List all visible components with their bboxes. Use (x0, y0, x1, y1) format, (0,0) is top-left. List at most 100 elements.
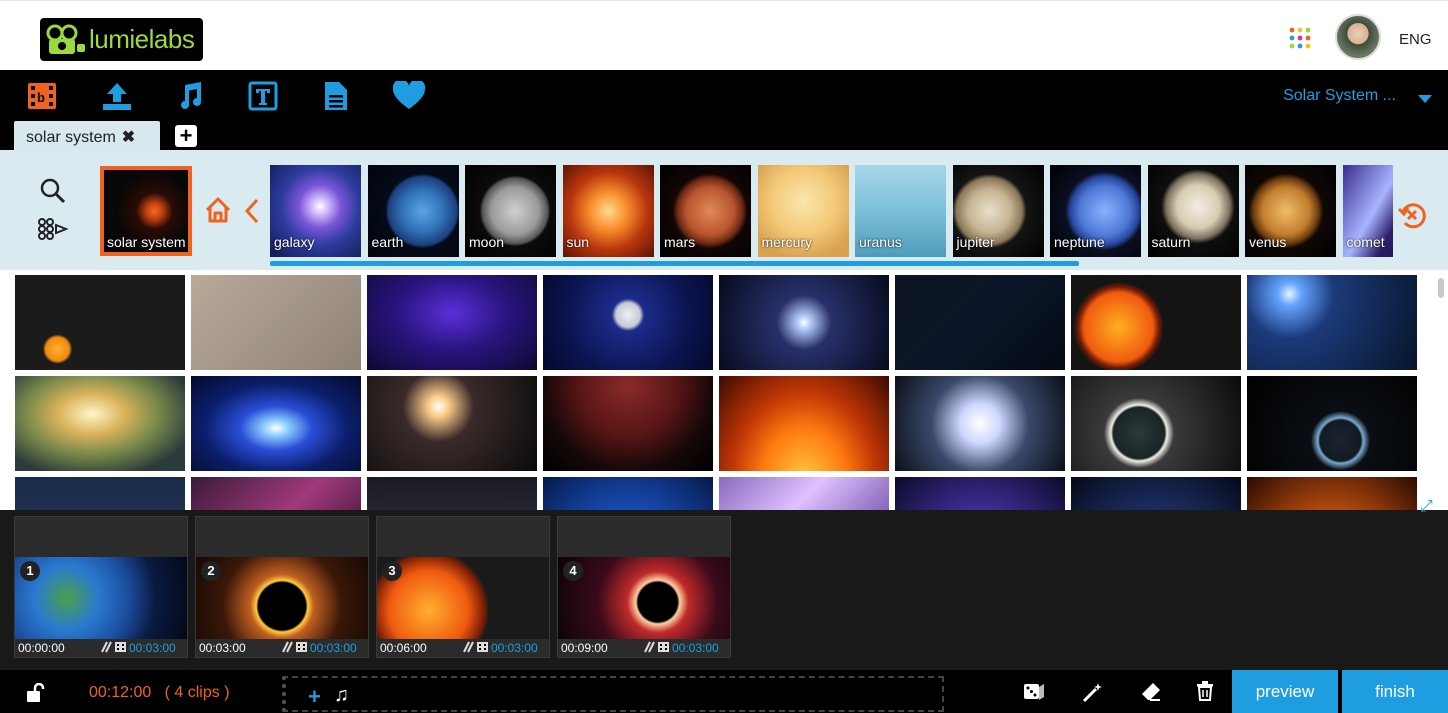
chevron-left-icon[interactable] (244, 198, 260, 229)
tab-solar-system[interactable]: solar system ✖ (14, 121, 160, 150)
result-thumbnail[interactable] (191, 376, 361, 471)
apps-grid-icon[interactable] (1289, 27, 1311, 49)
category-label: uranus (859, 234, 902, 250)
current-category-solar-system[interactable]: solar system (100, 166, 192, 256)
clip-start-time: 00:03:00 (199, 641, 246, 655)
clip-controls-icon[interactable] (282, 641, 308, 656)
clip-duration[interactable]: 00:03:00 (491, 641, 538, 655)
result-thumbnail[interactable] (191, 477, 361, 510)
category-item-comet[interactable]: comet (1342, 165, 1393, 257)
preview-button[interactable]: preview (1232, 670, 1338, 713)
category-scroll-indicator[interactable] (270, 261, 1079, 266)
media-toolbar: b Solar System ... solar system ✖ + (0, 70, 1448, 150)
eraser-icon[interactable] (1140, 681, 1162, 708)
result-thumbnail[interactable] (1071, 275, 1241, 370)
category-item-moon[interactable]: moon (465, 165, 556, 257)
results-scrollbar[interactable] (1438, 278, 1444, 298)
result-thumbnail[interactable] (543, 376, 713, 471)
expand-icon[interactable]: ⤢ (1420, 498, 1433, 516)
language-selector[interactable]: ENG (1399, 31, 1432, 48)
clip-duration[interactable]: 00:03:00 (672, 641, 719, 655)
heart-icon[interactable] (392, 80, 426, 112)
category-item-mars[interactable]: mars (660, 165, 751, 257)
search-icon[interactable] (40, 178, 66, 209)
storyblocks-video-icon[interactable]: b (25, 80, 59, 112)
category-label: moon (469, 234, 505, 250)
clip-number: 2 (201, 561, 221, 581)
audio-drop-zone[interactable]: + ♫ (282, 676, 944, 712)
result-thumbnail[interactable] (543, 477, 713, 510)
lumielabs-logo[interactable]: lumielabs (40, 18, 203, 61)
clip-duration[interactable]: 00:03:00 (129, 641, 176, 655)
clip-thumbnail (15, 557, 187, 639)
clip-controls-icon[interactable] (644, 641, 670, 656)
category-item-sun[interactable]: sun (562, 165, 654, 257)
tab-label: solar system (26, 129, 116, 146)
finish-button[interactable]: finish (1342, 670, 1448, 713)
result-thumbnail[interactable] (15, 376, 185, 471)
clip-start-time: 00:06:00 (380, 641, 427, 655)
category-item-saturn[interactable]: saturn (1147, 165, 1239, 257)
result-thumbnail[interactable] (895, 376, 1065, 471)
category-item-neptune[interactable]: neptune (1050, 165, 1141, 257)
result-thumbnail[interactable] (367, 376, 537, 471)
close-icon[interactable]: ✖ (122, 129, 135, 146)
clip-number: 3 (382, 561, 402, 581)
result-thumbnail[interactable] (543, 275, 713, 370)
result-thumbnail[interactable] (15, 275, 185, 370)
chevron-down-icon[interactable] (1418, 95, 1432, 103)
logo-text: lumielabs (89, 24, 195, 54)
category-item-earth[interactable]: earth (367, 165, 459, 257)
film-reel-icon[interactable] (34, 217, 70, 246)
result-thumbnail[interactable] (719, 275, 889, 370)
clip-number: 4 (563, 561, 583, 581)
category-label: neptune (1054, 234, 1105, 250)
category-label: mercury (761, 234, 813, 250)
result-thumbnail[interactable] (719, 477, 889, 510)
result-thumbnail[interactable] (1071, 376, 1241, 471)
category-item-mercury[interactable]: mercury (757, 165, 849, 257)
result-thumbnail[interactable] (191, 275, 361, 370)
category-item-uranus[interactable]: uranus (855, 165, 946, 257)
unlock-icon[interactable] (26, 682, 46, 708)
result-thumbnail[interactable] (1247, 376, 1417, 471)
category-item-venus[interactable]: venus (1245, 165, 1336, 257)
music-note-icon: ♫ (334, 684, 349, 706)
clip-controls-icon[interactable] (463, 641, 489, 656)
clip-number: 1 (20, 561, 40, 581)
reset-categories-icon[interactable] (1397, 200, 1427, 235)
timeline-clip[interactable]: 1 00:00:00 00:03:00 (14, 516, 188, 658)
result-thumbnail[interactable] (1247, 477, 1417, 510)
document-icon[interactable] (319, 80, 353, 112)
category-label: sun (566, 234, 590, 250)
result-thumbnail[interactable] (1247, 275, 1417, 370)
category-item-jupiter[interactable]: jupiter (952, 165, 1044, 257)
result-thumbnail[interactable] (1071, 477, 1241, 510)
dice-icon[interactable] (1023, 681, 1045, 708)
clip-duration[interactable]: 00:03:00 (310, 641, 357, 655)
category-item-galaxy[interactable]: galaxy (270, 165, 361, 257)
category-label: mars (664, 234, 696, 250)
clip-controls-icon[interactable] (101, 641, 127, 656)
clip-thumbnail (377, 557, 549, 639)
project-selector[interactable]: Solar System ... (1283, 87, 1396, 105)
magic-wand-icon[interactable] (1082, 681, 1104, 708)
result-thumbnail[interactable] (895, 275, 1065, 370)
timeline-clip[interactable]: 2 00:03:00 00:03:00 (195, 516, 369, 658)
home-icon[interactable] (204, 196, 232, 229)
user-avatar[interactable] (1335, 14, 1381, 60)
result-thumbnail[interactable] (719, 376, 889, 471)
text-icon[interactable] (246, 80, 280, 112)
add-tab-button[interactable]: + (175, 125, 197, 147)
result-thumbnail[interactable] (367, 275, 537, 370)
upload-icon[interactable] (100, 80, 134, 112)
category-label: galaxy (274, 234, 315, 250)
timeline-clip[interactable]: 4 00:09:00 00:03:00 (557, 516, 731, 658)
timeline-clip[interactable]: 3 00:06:00 00:03:00 (376, 516, 550, 658)
result-thumbnail[interactable] (367, 477, 537, 510)
result-thumbnail[interactable] (895, 477, 1065, 510)
clip-thumbnail (558, 557, 730, 639)
trash-icon[interactable] (1196, 681, 1214, 706)
result-thumbnail[interactable] (15, 477, 185, 510)
music-note-icon[interactable] (173, 80, 207, 112)
